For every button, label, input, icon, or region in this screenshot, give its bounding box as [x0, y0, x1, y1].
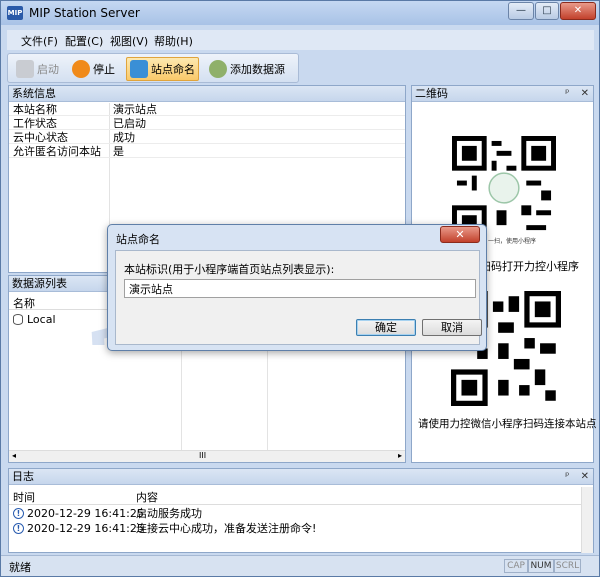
datasource-name: Local [27, 313, 56, 326]
info-icon: ! [13, 508, 24, 519]
log-time: 2020-12-29 16:41:25 [27, 522, 144, 535]
station-icon [130, 60, 148, 78]
stop-label: 停止 [93, 63, 115, 76]
window-title: MIP Station Server [29, 6, 140, 20]
info-value: 演示站点 [113, 103, 157, 116]
header-divider [9, 504, 581, 505]
title-bar[interactable]: MIP MIP Station Server — □ ✕ [1, 1, 599, 25]
info-row: 云中心状态 成功 [9, 131, 405, 144]
num-indicator: NUM [528, 559, 554, 573]
maximize-button[interactable]: □ [535, 2, 559, 20]
add-datasource-button[interactable]: 添加数据源 [206, 57, 288, 81]
menu-view[interactable]: 视图(V) [110, 33, 148, 49]
qrcode-title: 二维码 [415, 87, 448, 100]
menu-help[interactable]: 帮助(H) [154, 33, 193, 49]
mini-caption: 一扫，使用小程序 [488, 238, 537, 245]
close-button[interactable]: ✕ [560, 2, 596, 20]
info-value: 是 [113, 145, 124, 158]
menu-config[interactable]: 配置(C) [65, 33, 103, 49]
scroll-left-icon[interactable]: ◂ [12, 451, 16, 460]
minimize-button[interactable]: — [508, 2, 534, 20]
dialog-body: 本站标识(用于小程序端首页站点列表显示): 确定 取消 [115, 250, 482, 345]
info-row: 本站名称 演示站点 [9, 103, 405, 116]
info-key: 本站名称 [13, 103, 57, 116]
vertical-scrollbar[interactable] [581, 487, 593, 553]
menu-bar: 文件(F) 配置(C) 视图(V) 帮助(H) [7, 30, 594, 50]
qrcode-caption-connect: 请使用力控微信小程序扫码连接本站点 [418, 418, 597, 430]
info-icon: ! [13, 523, 24, 534]
qrcode-header: 二维码 ᵖ ✕ [412, 86, 593, 102]
cancel-button[interactable]: 取消 [422, 319, 482, 336]
ok-button[interactable]: 确定 [356, 319, 416, 336]
table-row[interactable]: ! 2020-12-29 16:41:25 连接云中心成功，准备发送注册命令! [9, 522, 593, 536]
menu-file[interactable]: 文件(F) [21, 33, 58, 49]
info-value: 已启动 [113, 117, 146, 130]
table-row[interactable]: ! 2020-12-29 16:41:25 启动服务成功 [9, 507, 593, 521]
database-icon [209, 60, 227, 78]
add-datasource-label: 添加数据源 [230, 63, 285, 76]
info-value: 成功 [113, 131, 135, 144]
station-name-dialog: 站点命名 ✕ 本站标识(用于小程序端首页站点列表显示): 确定 取消 [107, 224, 487, 351]
toolbar: 启动 停止 站点命名 添加数据源 [7, 53, 299, 83]
close-icon[interactable]: ✕ [581, 471, 589, 482]
log-content: 启动服务成功 [136, 507, 202, 520]
station-id-label: 本站标识(用于小程序端首页站点列表显示): [124, 263, 335, 276]
close-icon[interactable]: ✕ [581, 88, 589, 99]
dialog-close-button[interactable]: ✕ [440, 226, 480, 243]
stop-button[interactable]: 停止 [69, 57, 118, 81]
info-key: 允许匿名访问本站 [13, 145, 101, 158]
power-icon [72, 60, 90, 78]
pin-icon[interactable]: ᵖ [565, 88, 569, 99]
log-panel: 日志 ᵖ ✕ 时间 内容 ! 2020-12-29 16:41:25 启动服务成… [8, 468, 594, 553]
scrl-indicator: SCRL [554, 559, 581, 573]
start-label: 启动 [37, 63, 59, 76]
list-item[interactable]: Local [13, 313, 56, 326]
log-content: 连接云中心成功，准备发送注册命令! [136, 522, 317, 535]
status-text: 就绪 [9, 561, 31, 574]
col-time-header[interactable]: 时间 [13, 489, 35, 505]
start-button[interactable]: 启动 [13, 57, 62, 81]
col-content-header[interactable]: 内容 [136, 489, 158, 505]
info-row: 允许匿名访问本站 是 [9, 145, 405, 158]
log-time: 2020-12-29 16:41:25 [27, 507, 144, 520]
log-title: 日志 [12, 470, 34, 483]
play-icon [16, 60, 34, 78]
pin-icon[interactable]: ᵖ [565, 471, 569, 482]
info-key: 工作状态 [13, 117, 57, 130]
system-info-header: 系统信息 [9, 86, 405, 102]
info-key: 云中心状态 [13, 131, 68, 144]
cap-indicator: CAP [504, 559, 528, 573]
horizontal-scrollbar[interactable]: ◂ III ▸ [9, 450, 405, 462]
app-icon: MIP [7, 6, 23, 20]
status-bar: 就绪 CAP NUM SCRL [1, 555, 599, 576]
database-icon [13, 314, 23, 325]
name-station-button[interactable]: 站点命名 [126, 57, 199, 81]
info-row: 工作状态 已启动 [9, 117, 405, 130]
log-header: 日志 ᵖ ✕ [9, 469, 593, 485]
panel-buttons: ᵖ ✕ [565, 469, 589, 485]
dialog-title: 站点命名 [116, 233, 160, 246]
scroll-right-icon[interactable]: ▸ [398, 451, 402, 460]
panel-buttons: ᵖ ✕ [565, 86, 589, 102]
scroll-thumb[interactable]: III [199, 451, 206, 460]
qrcode-caption-open: 扫码打开力控小程序 [480, 260, 579, 273]
station-id-input[interactable] [124, 279, 476, 298]
name-station-label: 站点命名 [151, 63, 195, 76]
